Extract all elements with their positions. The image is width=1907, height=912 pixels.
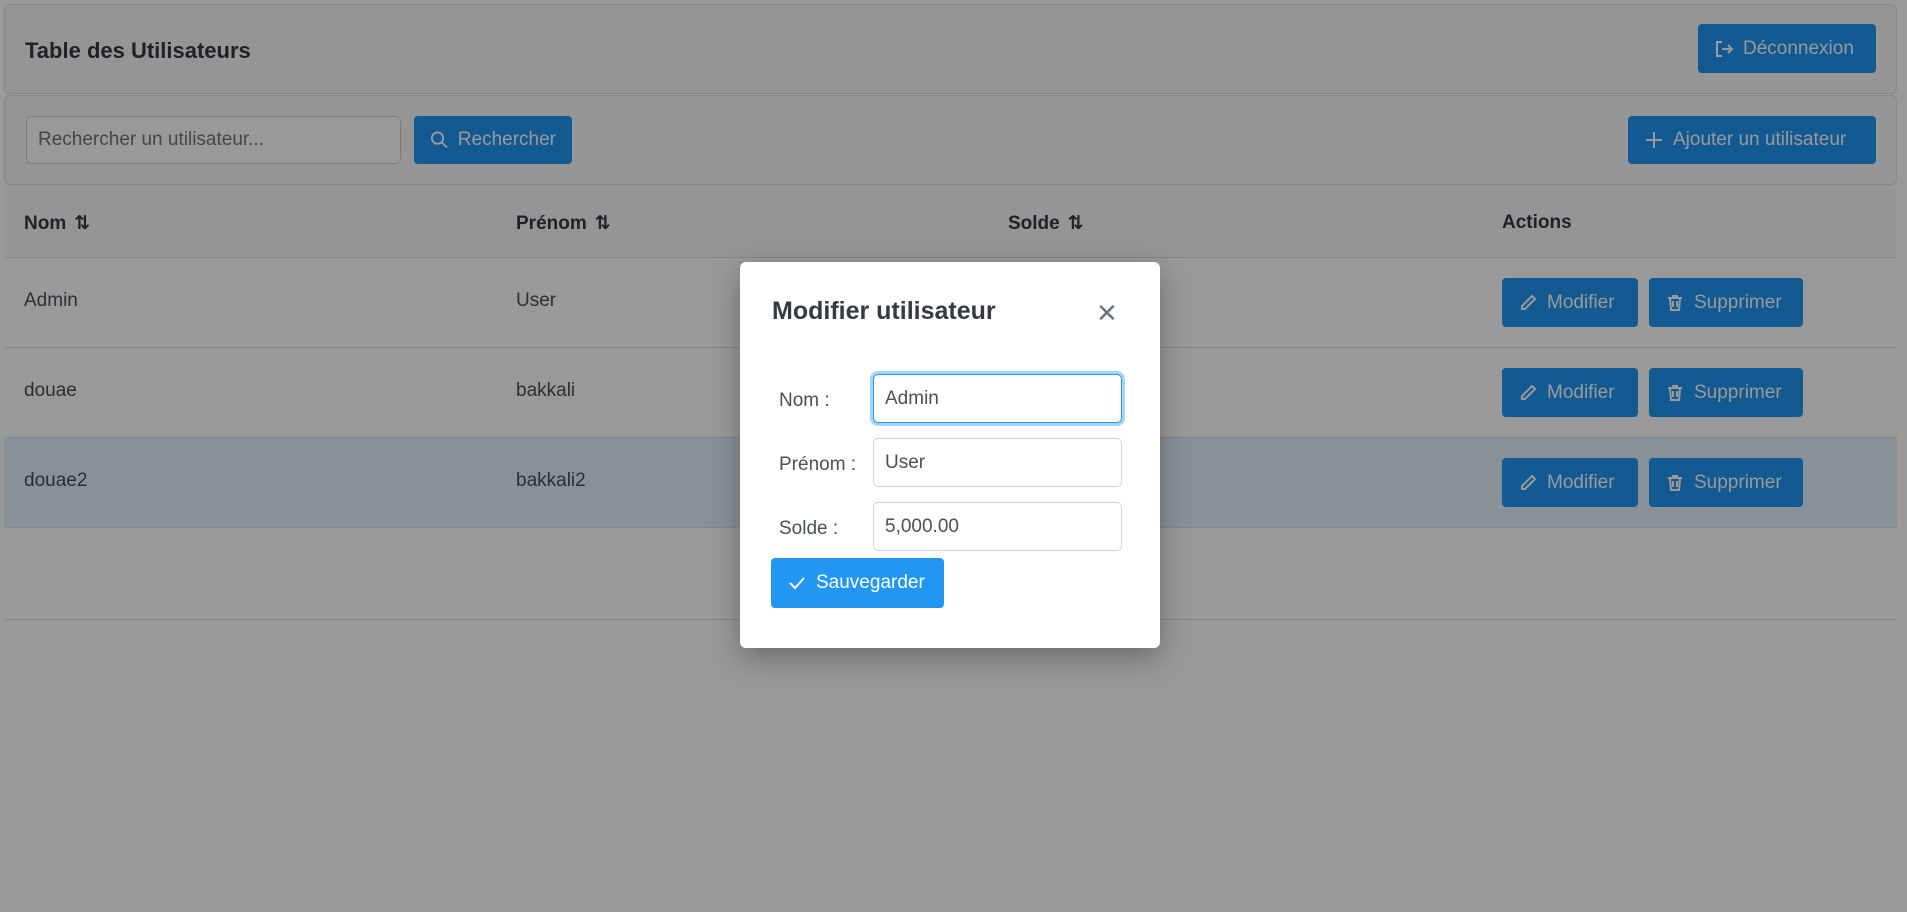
prenom-label: Prénom : [779,454,857,475]
modal-title: Modifier utilisateur [772,297,996,325]
save-button[interactable]: Sauvegarder [771,558,944,608]
solde-field[interactable] [873,502,1122,551]
close-icon[interactable]: ✕ [1096,298,1118,329]
solde-label: Solde : [779,518,839,539]
prenom-field[interactable] [873,438,1122,487]
edit-user-modal: Modifier utilisateur ✕ Nom : Prénom : So… [740,262,1160,648]
nom-field[interactable] [873,374,1122,423]
save-label: Sauvegarder [816,572,925,593]
nom-label: Nom : [779,390,830,411]
check-icon [789,577,805,590]
